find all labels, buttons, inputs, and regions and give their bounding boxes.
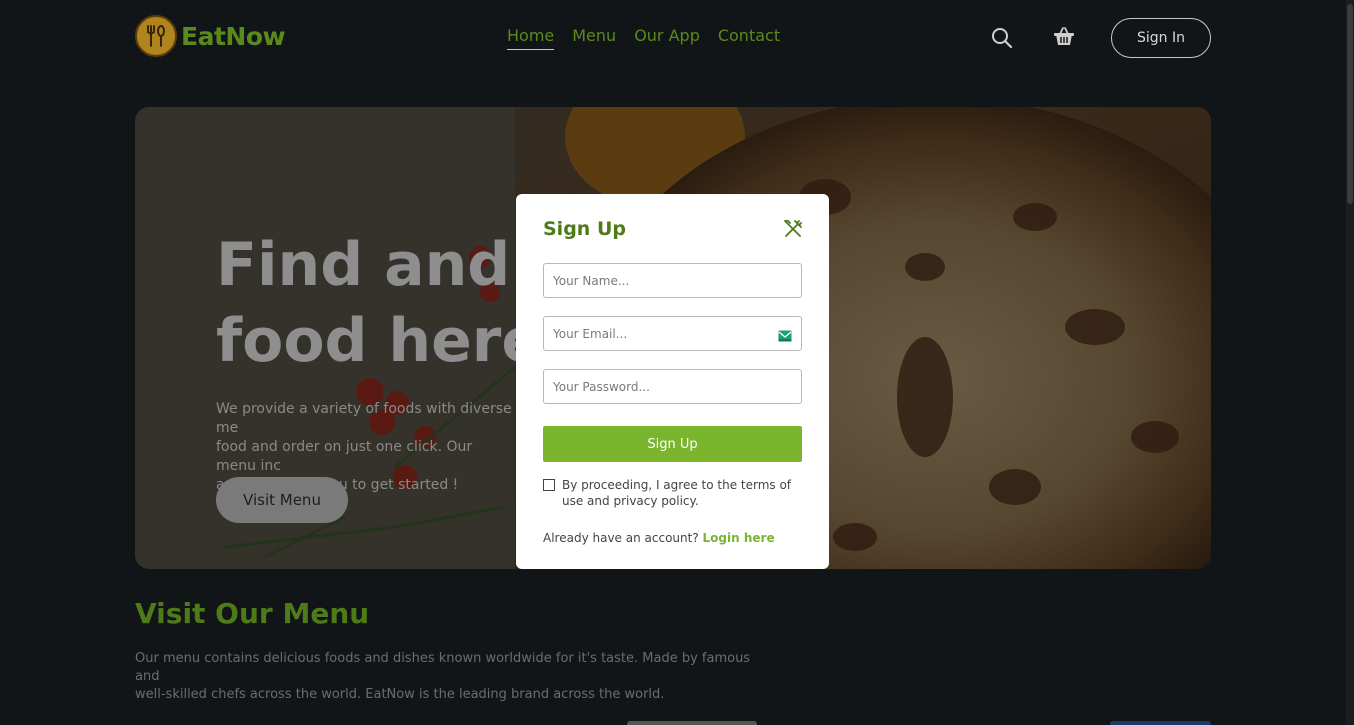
password-input[interactable] bbox=[543, 369, 802, 404]
search-icon[interactable] bbox=[990, 26, 1014, 54]
terms-label: By proceeding, I agree to the terms of u… bbox=[562, 478, 792, 508]
site-header: EatNow Home Menu Our App Contact Sign In bbox=[0, 0, 1354, 76]
terms-checkbox[interactable] bbox=[543, 479, 555, 491]
basket-icon[interactable] bbox=[1052, 24, 1076, 52]
scrollbar-thumb[interactable] bbox=[1347, 4, 1353, 204]
login-prompt: Already have an account? bbox=[543, 531, 699, 545]
name-input[interactable] bbox=[543, 263, 802, 298]
login-prompt-row: Already have an account? Login here bbox=[543, 531, 775, 545]
menu-section-title: Visit Our Menu bbox=[135, 597, 370, 630]
nav-our-app[interactable]: Our App bbox=[634, 26, 700, 50]
modal-title: Sign Up bbox=[543, 218, 626, 240]
fork-spoon-logo-icon bbox=[135, 15, 177, 57]
signup-submit-button[interactable]: Sign Up bbox=[543, 426, 802, 462]
nav-menu[interactable]: Menu bbox=[572, 26, 616, 50]
brand-name: EatNow bbox=[181, 21, 286, 51]
main-nav: Home Menu Our App Contact bbox=[507, 26, 780, 50]
menu-section-description: Our menu contains delicious foods and di… bbox=[135, 651, 751, 702]
fork-knife-cross-icon[interactable] bbox=[782, 218, 804, 240]
brand-logo[interactable]: EatNow bbox=[135, 15, 286, 57]
page-scrollbar[interactable] bbox=[1346, 0, 1354, 725]
nav-contact[interactable]: Contact bbox=[718, 26, 780, 50]
mail-icon bbox=[778, 327, 792, 346]
menu-card-preview bbox=[627, 721, 757, 725]
visit-menu-button[interactable]: Visit Menu bbox=[216, 477, 348, 523]
email-input[interactable] bbox=[543, 316, 802, 351]
menu-card-preview bbox=[1110, 721, 1211, 725]
sign-in-button[interactable]: Sign In bbox=[1111, 18, 1211, 58]
login-link[interactable]: Login here bbox=[703, 531, 775, 545]
signup-modal: Sign Up Sign Up By proceeding, I agree t… bbox=[516, 194, 829, 569]
nav-home[interactable]: Home bbox=[507, 26, 555, 50]
terms-row: By proceeding, I agree to the terms of u… bbox=[543, 477, 805, 509]
